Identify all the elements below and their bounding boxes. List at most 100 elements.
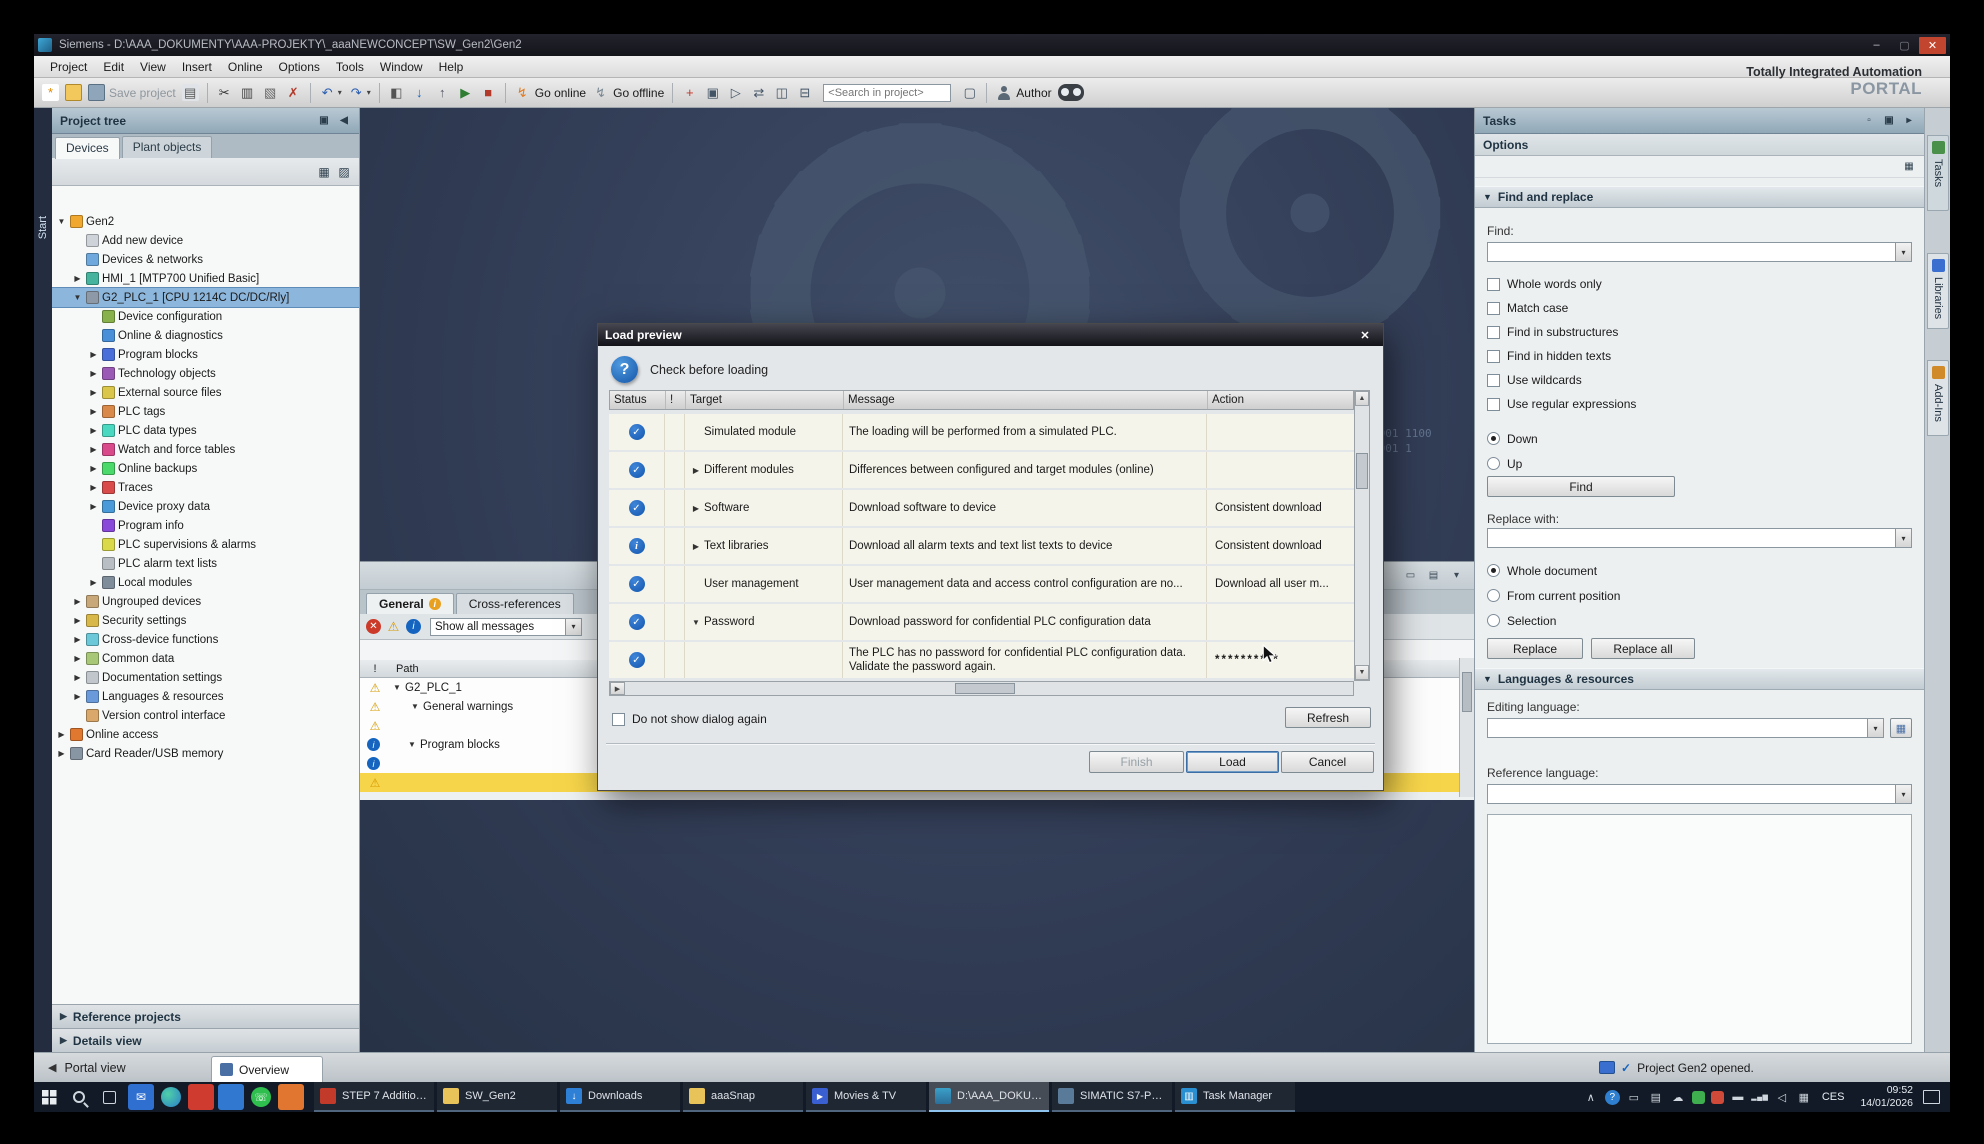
taskbar-search-button[interactable] [64,1082,94,1112]
start-tab[interactable]: Start [37,216,49,239]
tree-item-device-configuration[interactable]: Device configuration [52,307,359,326]
expand-arrow-icon[interactable]: ▶ [689,542,703,551]
toolbar-show-all-windows-button[interactable]: ▢ [959,83,980,102]
whatsapp-icon[interactable] [251,1087,271,1107]
editing-language-input[interactable] [1488,719,1867,737]
horizontal-scrollbar[interactable]: ◀ ▶ [609,681,1354,696]
expand-arrow-icon[interactable]: ▶ [88,388,99,397]
toolbar-author-button[interactable]: Author [993,83,1053,102]
tab-plant-objects[interactable]: Plant objects [122,136,213,158]
tree-item-traces[interactable]: ▶Traces [52,478,359,497]
pin-panel-icon[interactable] [317,115,331,126]
dialog-titlebar[interactable]: Load preview [598,324,1383,346]
toolbar-start-simulation-button[interactable]: ▷ [725,83,746,102]
section-reference-projects[interactable]: ▶Reference projects [52,1004,359,1028]
checkbox-box[interactable] [1487,302,1500,315]
tree-item-plc-alarm-text-lists[interactable]: PLC alarm text lists [52,554,359,573]
load-preview-row[interactable]: ✓User managementUser management data and… [609,566,1354,604]
tab-cross-references[interactable]: Cross-references [456,593,574,614]
tab-general[interactable]: Generali [366,593,454,614]
toolbar-undo-button[interactable]: ↶▾ [317,83,344,102]
tree-item-local-modules[interactable]: ▶Local modules [52,573,359,592]
tree-item-gen2[interactable]: ▼Gen2 [52,212,359,231]
password-value[interactable]: ********** [1215,654,1280,666]
cloud-icon[interactable] [1668,1086,1688,1108]
search-in-project-input[interactable] [823,84,951,102]
toolbar-online-diagnostics-button[interactable]: + [679,83,700,102]
tree-item-cross-device-functions[interactable]: ▶Cross-device functions [52,630,359,649]
minimize-button[interactable] [1863,37,1890,54]
expand-arrow-icon[interactable]: ▶ [689,466,703,475]
cancel-button[interactable]: Cancel [1281,751,1374,773]
action-value[interactable]: Consistent download [1215,502,1322,514]
expand-arrow-icon[interactable]: ▼ [72,293,83,302]
taskbar-app-step-7-additional[interactable]: STEP 7 Additional ... [314,1082,434,1112]
action-cell[interactable]: Consistent download [1207,490,1354,526]
toolbar-reading-glasses-button[interactable] [1056,83,1086,102]
find-input[interactable] [1488,243,1895,261]
toolbar-stop-cpu-button[interactable]: ■ [478,83,499,102]
red-app-icon[interactable] [188,1084,214,1110]
expand-arrow-icon[interactable]: ▼ [391,683,403,692]
toolbar-go-online-button[interactable]: ↯Go online [512,83,588,102]
expand-arrow-icon[interactable]: ▶ [56,749,67,758]
toolbar-paste-button[interactable]: ▧ [260,83,281,102]
expand-arrow-icon[interactable]: ▶ [60,1035,67,1046]
close-dialog-icon[interactable] [1354,327,1376,343]
expand-arrow-icon[interactable]: ▶ [88,578,99,587]
checkbox-box[interactable] [1487,326,1500,339]
checkbox-use-wildcards[interactable]: Use wildcards [1487,368,1912,392]
edge-browser-icon[interactable] [161,1087,181,1107]
toolbar-delete-button[interactable]: ✗ [283,83,304,102]
replace-button[interactable]: Replace [1487,638,1583,659]
tree-item-program-blocks[interactable]: ▶Program blocks [52,345,359,364]
start-button[interactable] [34,1082,64,1112]
menu-project[interactable]: Project [42,58,95,76]
radio-button[interactable] [1487,432,1500,445]
pin-panel-icon[interactable] [1882,115,1896,126]
inspector-scrollbar[interactable] [1459,658,1474,797]
replace-all-button[interactable]: Replace all [1591,638,1695,659]
menu-window[interactable]: Window [372,58,431,76]
language-resource-listbox[interactable] [1487,814,1912,1044]
taskbar-app-simatic-s7-plcsim[interactable]: SIMATIC S7-PLCSIM [1052,1082,1172,1112]
taskbar-app-movies-tv[interactable]: Movies & TV [806,1082,926,1112]
scrollbar-thumb[interactable] [955,683,1015,694]
radio-button[interactable] [1487,564,1500,577]
side-tab-libraries[interactable]: Libraries [1927,253,1949,329]
load-preview-row[interactable]: ✓▶Different modulesDifferences between c… [609,452,1354,490]
expand-arrow-icon[interactable]: ▶ [88,464,99,473]
menu-tools[interactable]: Tools [328,58,372,76]
taskbar-app-d-aaa-dokume[interactable]: D:\AAA_DOKUME... [929,1082,1049,1112]
tree-item-external-source-files[interactable]: ▶External source files [52,383,359,402]
keyboard-language-button[interactable]: CES [1816,1091,1851,1103]
vertical-scrollbar[interactable]: ▲ ▼ [1354,390,1370,681]
tree-item-documentation-settings[interactable]: ▶Documentation settings [52,668,359,687]
red-status-icon[interactable] [1711,1091,1724,1104]
table-view-icon[interactable] [317,165,331,179]
menu-help[interactable]: Help [431,58,472,76]
tree-item-plc-supervisions-alarms[interactable]: PLC supervisions & alarms [52,535,359,554]
display-icon[interactable] [1624,1086,1644,1108]
chevron-down-icon[interactable]: ▾ [565,619,581,635]
scrollbar-thumb[interactable] [1462,672,1472,712]
expand-arrow-icon[interactable]: ▶ [88,483,99,492]
expand-arrow-icon[interactable]: ▼ [406,740,418,749]
tree-item-hmi-1-mtp700-unified-basic[interactable]: ▶HMI_1 [MTP700 Unified Basic] [52,269,359,288]
reference-language-input[interactable] [1488,785,1895,803]
radio-selection[interactable]: Selection [1487,608,1620,633]
action-cell[interactable]: Download all user m... [1207,566,1354,602]
chevron-down-icon[interactable]: ▾ [367,88,371,97]
toolbar-upload-from-device-button[interactable]: ↑ [432,83,453,102]
expand-arrow-icon[interactable]: ▶ [56,730,67,739]
checkbox-match-case[interactable]: Match case [1487,296,1912,320]
load-button[interactable]: Load [1186,751,1279,773]
toolbar-print-button[interactable]: ▤ [180,83,201,102]
checkbox-box[interactable] [612,713,625,726]
chevron-down-icon[interactable]: ▾ [1895,785,1911,803]
replace-input[interactable] [1488,529,1895,547]
grid-icon[interactable] [1646,1086,1666,1108]
radio-button[interactable] [1487,614,1500,627]
orange-app-icon[interactable] [278,1084,304,1110]
chevron-down-icon[interactable]: ▾ [338,88,342,97]
